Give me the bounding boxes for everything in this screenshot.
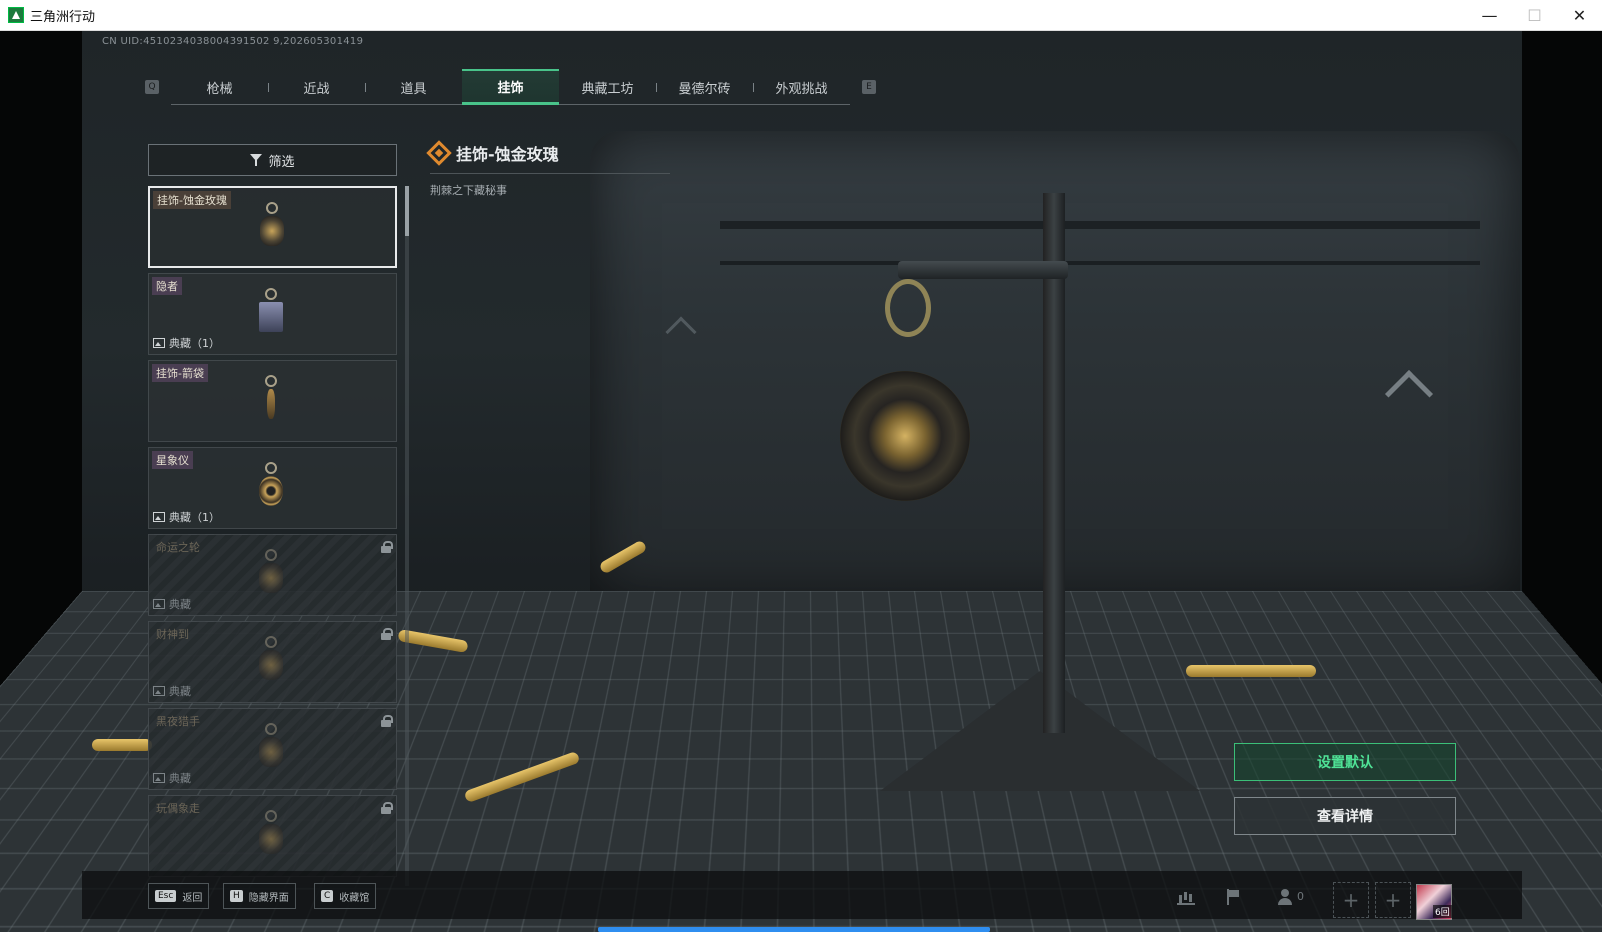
scene-stand-arm <box>898 261 1068 279</box>
image-icon <box>153 599 165 609</box>
charm-gold-rose[interactable] <box>840 371 970 501</box>
charm-card-name: 黑夜猎手 <box>156 715 200 728</box>
charm-thumbnail <box>255 202 289 254</box>
tab-melee[interactable]: 近战 <box>268 69 365 105</box>
charm-thumbnail <box>254 462 288 514</box>
collection-tag: 典藏 <box>153 596 191 612</box>
collection-tag: 典藏（1） <box>153 509 220 525</box>
tab-next-key-hint[interactable]: E <box>862 80 876 94</box>
loading-progress-fill <box>598 927 990 932</box>
charm-list[interactable]: 挂饰-蚀金玫瑰 隐者 典藏（1） 挂饰-箭袋 星象仪 典藏（1） 命运之轮 典藏… <box>148 186 400 886</box>
charm-card-name: 财神到 <box>156 628 189 641</box>
window-title: 三角洲行动 <box>30 9 96 25</box>
collection-tag: 典藏 <box>153 683 191 699</box>
image-icon <box>153 686 165 696</box>
view-details-button[interactable]: 查看详情 <box>1234 797 1456 835</box>
charm-thumbnail <box>254 723 288 775</box>
party-count: 0 <box>1297 890 1304 903</box>
charm-card-name: 玩偶象走 <box>156 802 200 815</box>
scene-case-rib <box>720 221 1480 229</box>
scene-stand-base <box>880 671 1200 791</box>
filter-label: 筛选 <box>268 154 295 170</box>
image-icon <box>153 773 165 783</box>
lock-icon <box>381 715 393 727</box>
scene-bullet <box>92 739 152 751</box>
charm-card-name: 隐者 <box>152 277 182 295</box>
image-icon <box>153 338 165 348</box>
hide-ui-hint-button[interactable]: H 隐藏界面 <box>223 883 296 909</box>
set-default-button[interactable]: 设置默认 <box>1234 743 1456 781</box>
category-tabs: 枪械 近战 道具 挂饰 典藏工坊 曼德尔砖 外观挑战 <box>171 69 850 105</box>
app-logo-icon <box>8 7 24 23</box>
image-icon <box>153 512 165 522</box>
tab-mandel-brick[interactable]: 曼德尔砖 <box>656 69 753 105</box>
collection-tag: 典藏（1） <box>153 335 220 351</box>
filter-icon <box>250 154 263 166</box>
list-scroll-thumb[interactable] <box>405 186 409 236</box>
party-slot-add-button[interactable]: + <box>1333 882 1369 918</box>
charm-card[interactable]: 财神到 典藏 <box>148 621 397 703</box>
bottom-bar <box>82 871 1522 919</box>
window-titlebar: 三角洲行动 — ☐ ✕ <box>0 0 1602 31</box>
avatar-badge: 6回 <box>1433 905 1452 918</box>
scene-case-rib <box>720 261 1480 265</box>
charm-detail-name: 挂饰-蚀金玫瑰 <box>456 145 559 164</box>
party-user-icon[interactable] <box>1277 889 1295 905</box>
category-tabbar: Q 枪械 近战 道具 挂饰 典藏工坊 曼德尔砖 外观挑战 E <box>145 69 890 105</box>
charm-thumbnail <box>254 549 288 601</box>
close-button[interactable]: ✕ <box>1557 0 1602 30</box>
detail-divider <box>430 173 670 174</box>
tab-prev-key-hint[interactable]: Q <box>145 80 159 94</box>
charm-card[interactable]: 挂饰-箭袋 <box>148 360 397 442</box>
charm-card-name: 命运之轮 <box>156 541 200 554</box>
lock-icon <box>381 802 393 814</box>
filter-button[interactable]: 筛选 <box>148 144 397 176</box>
lock-icon <box>381 541 393 553</box>
charm-card-name: 星象仪 <box>152 451 193 469</box>
charm-card[interactable]: 黑夜猎手 典藏 <box>148 708 397 790</box>
window-controls: — ☐ ✕ <box>1467 0 1602 30</box>
minimize-button[interactable]: — <box>1467 0 1512 30</box>
charm-thumbnail <box>254 375 288 427</box>
stats-chart-icon[interactable] <box>1177 889 1195 905</box>
tab-collection-workshop[interactable]: 典藏工坊 <box>559 69 656 105</box>
collection-hall-hint-button[interactable]: C 收藏馆 <box>314 883 377 909</box>
charm-card[interactable]: 隐者 典藏（1） <box>148 273 397 355</box>
rarity-diamond-icon <box>426 140 452 166</box>
lock-icon <box>381 628 393 640</box>
party-slot-add-button[interactable]: + <box>1375 882 1411 918</box>
charm-card-name: 挂饰-箭袋 <box>152 364 208 382</box>
game-viewport: CN UID:4510234038004391502 9,20260530141… <box>0 31 1602 932</box>
charm-thumbnail <box>254 636 288 688</box>
tab-appearance-challenge[interactable]: 外观挑战 <box>753 69 850 105</box>
tab-charms[interactable]: 挂饰 <box>462 69 559 105</box>
charm-thumbnail <box>254 810 288 862</box>
list-scrollbar[interactable] <box>405 186 409 886</box>
loading-progress-bar <box>598 927 990 932</box>
uid-text: CN UID:4510234038004391502 9,20260530141… <box>102 36 364 47</box>
charm-card[interactable]: 星象仪 典藏（1） <box>148 447 397 529</box>
tab-gadgets[interactable]: 道具 <box>365 69 462 105</box>
charm-thumbnail <box>254 288 288 340</box>
back-hint-button[interactable]: Esc 返回 <box>148 883 210 909</box>
charm-key-ring <box>885 279 931 337</box>
charm-card[interactable]: 挂饰-蚀金玫瑰 <box>148 186 397 268</box>
tab-firearms[interactable]: 枪械 <box>171 69 268 105</box>
collection-tag: 典藏 <box>153 770 191 786</box>
charm-detail-description: 荆棘之下藏秘事 <box>430 184 507 197</box>
scene-bullet <box>1186 665 1316 677</box>
charm-card-name: 挂饰-蚀金玫瑰 <box>153 191 231 209</box>
charm-card[interactable]: 命运之轮 典藏 <box>148 534 397 616</box>
flag-icon[interactable] <box>1224 889 1242 905</box>
maximize-button[interactable]: ☐ <box>1512 0 1557 30</box>
charm-card[interactable]: 玩偶象走 <box>148 795 397 877</box>
charm-detail-title: 挂饰-蚀金玫瑰 <box>426 140 559 166</box>
